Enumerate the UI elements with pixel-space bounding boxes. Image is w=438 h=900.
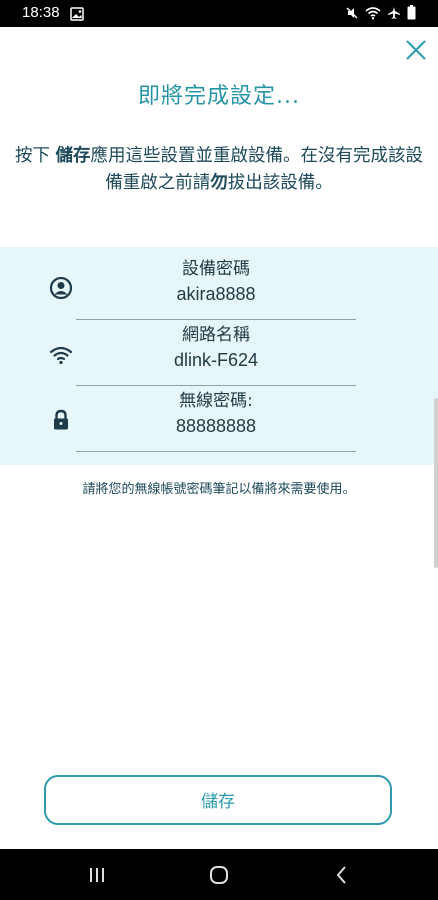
wireless-password-label: 無線密碼: <box>179 391 253 411</box>
back-button[interactable] <box>330 863 354 887</box>
home-icon <box>210 866 228 884</box>
recents-icon <box>90 868 104 882</box>
battery-icon <box>407 5 416 24</box>
airplane-icon <box>387 5 401 24</box>
wireless-password-row: 無線密碼: 88888888 <box>0 383 438 452</box>
divider <box>76 451 356 452</box>
user-icon <box>49 276 73 300</box>
network-name-row: 網路名稱 dlink-F624 <box>0 317 438 386</box>
recents-button[interactable] <box>85 863 109 887</box>
lock-icon <box>49 408 73 432</box>
instruction-text: 按下 儲存應用這些設置並重啟設備。在沒有完成該設備重啟之前請勿拔出該設備。 <box>14 143 424 197</box>
network-name-value: dlink-F624 <box>173 350 259 370</box>
status-bar: 18:38 <box>0 0 438 27</box>
page-title: 即將完成設定... <box>138 84 300 109</box>
note-text: 請將您的無線帳號密碼筆記以備將來需要使用。 <box>82 482 356 497</box>
wifi-icon <box>365 5 381 24</box>
network-name-label: 網路名稱 <box>182 325 250 345</box>
device-password-value: akira8888 <box>176 284 256 304</box>
device-password-row: 設備密碼 akira8888 <box>0 251 438 320</box>
scrollbar[interactable] <box>434 398 438 568</box>
image-icon <box>70 6 84 25</box>
device-password-label: 設備密碼 <box>182 259 250 279</box>
mute-icon <box>345 5 359 24</box>
save-button[interactable]: 儲存 <box>44 775 392 825</box>
navigation-bar <box>0 849 438 900</box>
status-time: 18:38 <box>22 4 60 21</box>
home-button[interactable] <box>207 863 231 887</box>
wireless-password-value: 88888888 <box>175 416 257 436</box>
close-icon <box>406 40 426 60</box>
instruction-dont-bold: 勿 <box>210 173 228 193</box>
info-panel: 設備密碼 akira8888 網路名稱 dlink-F624 無線密碼: 888… <box>0 247 438 465</box>
back-icon <box>336 866 346 884</box>
wifi-icon <box>49 342 73 366</box>
instruction-save-bold: 儲存 <box>55 146 91 166</box>
instruction-part3: 拔出該設備。 <box>227 173 333 193</box>
instruction-part1: 按下 <box>14 146 56 166</box>
close-button[interactable] <box>404 38 428 62</box>
